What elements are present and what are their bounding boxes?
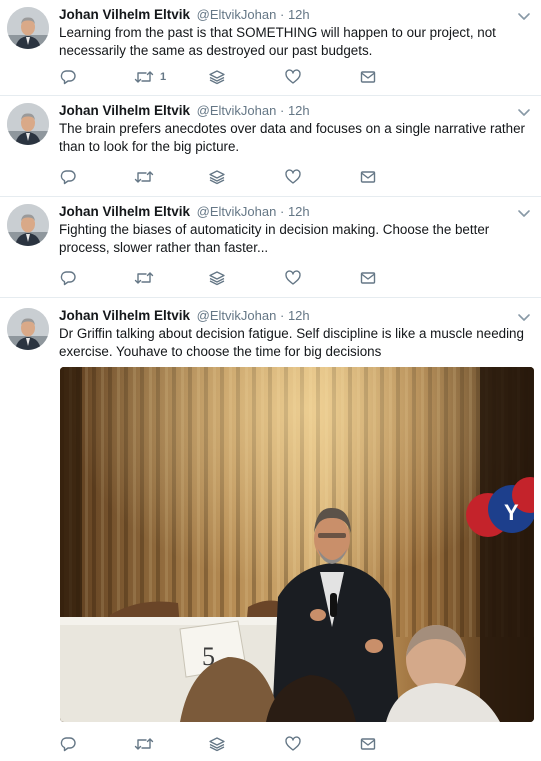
tweet-text: Fighting the biases of automaticity in d… [59,222,490,255]
retweet-button[interactable] [134,168,154,186]
stack-icon [209,737,225,752]
separator: · [279,7,285,22]
tweet-text: The brain prefers anecdotes over data an… [59,121,525,154]
timeline: Johan Vilhelm Eltvik @EltvikJohan · 12h … [0,0,541,761]
avatar[interactable] [7,7,49,49]
balloon-lettering: Y [504,500,519,525]
separator: · [279,204,285,219]
retweet-icon [134,171,154,183]
like-button[interactable] [285,269,301,287]
separator: · [279,103,285,118]
envelope-icon [360,71,376,83]
stack-icon [209,271,225,286]
retweet-icon [134,71,154,83]
author-handle[interactable]: @EltvikJohan [197,204,277,219]
avatar[interactable] [7,103,49,145]
tweet-actions [60,168,390,186]
author-name[interactable]: Johan Vilhelm Eltvik [59,103,190,118]
reply-icon [60,70,76,85]
chevron-down-icon[interactable] [517,206,531,220]
tweet-text: Learning from the past is that SOMETHING… [59,25,496,58]
heart-icon [285,736,301,751]
tweet-actions: 1 [60,68,390,86]
like-button[interactable] [285,68,301,86]
author-handle[interactable]: @EltvikJohan [197,308,277,323]
timestamp[interactable]: 12h [288,7,310,22]
tweet[interactable]: Johan Vilhelm Eltvik @EltvikJohan · 12h … [0,0,541,96]
retweet-icon [134,272,154,284]
tweet-header: Johan Vilhelm Eltvik @EltvikJohan · 12h [59,103,310,119]
stack-button[interactable] [209,168,225,186]
like-button[interactable] [285,735,301,753]
retweet-button[interactable]: 1 [134,68,166,86]
tweet-text: Dr Griffin talking about decision fatigu… [59,326,524,359]
reply-button[interactable] [60,168,76,186]
retweet-button[interactable] [134,735,154,753]
stack-button[interactable] [209,735,225,753]
author-handle[interactable]: @EltvikJohan [197,103,277,118]
reply-icon [60,170,76,185]
reply-button[interactable] [60,735,76,753]
envelope-icon [360,738,376,750]
stack-icon [209,70,225,85]
author-name[interactable]: Johan Vilhelm Eltvik [59,7,190,22]
chevron-down-icon[interactable] [517,310,531,324]
timestamp[interactable]: 12h [288,204,310,219]
reply-button[interactable] [60,68,76,86]
reply-icon [60,271,76,286]
tweet-actions [60,735,390,753]
tweet[interactable]: Johan Vilhelm Eltvik @EltvikJohan · 12h … [0,298,541,761]
direct-message-button[interactable] [360,68,376,86]
heart-icon [285,270,301,285]
chevron-down-icon[interactable] [517,9,531,23]
stack-button[interactable] [209,269,225,287]
stack-icon [209,170,225,185]
avatar[interactable] [7,308,49,350]
envelope-icon [360,171,376,183]
tweet-header: Johan Vilhelm Eltvik @EltvikJohan · 12h [59,7,310,23]
heart-icon [285,169,301,184]
timestamp[interactable]: 12h [288,103,310,118]
direct-message-button[interactable] [360,269,376,287]
reply-button[interactable] [60,269,76,287]
stack-button[interactable] [209,68,225,86]
tweet-photo[interactable]: Y 5 [60,367,534,722]
envelope-icon [360,272,376,284]
tweet-actions [60,269,390,287]
avatar[interactable] [7,204,49,246]
author-name[interactable]: Johan Vilhelm Eltvik [59,308,190,323]
reply-icon [60,737,76,752]
tweet-header: Johan Vilhelm Eltvik @EltvikJohan · 12h [59,308,310,324]
tweet-header: Johan Vilhelm Eltvik @EltvikJohan · 12h [59,204,310,220]
retweet-icon [134,738,154,750]
retweet-count: 1 [160,71,167,83]
direct-message-button[interactable] [360,735,376,753]
heart-icon [285,69,301,84]
author-handle[interactable]: @EltvikJohan [197,7,277,22]
tweet[interactable]: Johan Vilhelm Eltvik @EltvikJohan · 12h … [0,96,541,197]
direct-message-button[interactable] [360,168,376,186]
like-button[interactable] [285,168,301,186]
separator: · [279,308,285,323]
timestamp[interactable]: 12h [288,308,310,323]
chevron-down-icon[interactable] [517,105,531,119]
author-name[interactable]: Johan Vilhelm Eltvik [59,204,190,219]
tweet[interactable]: Johan Vilhelm Eltvik @EltvikJohan · 12h … [0,197,541,298]
retweet-button[interactable] [134,269,154,287]
